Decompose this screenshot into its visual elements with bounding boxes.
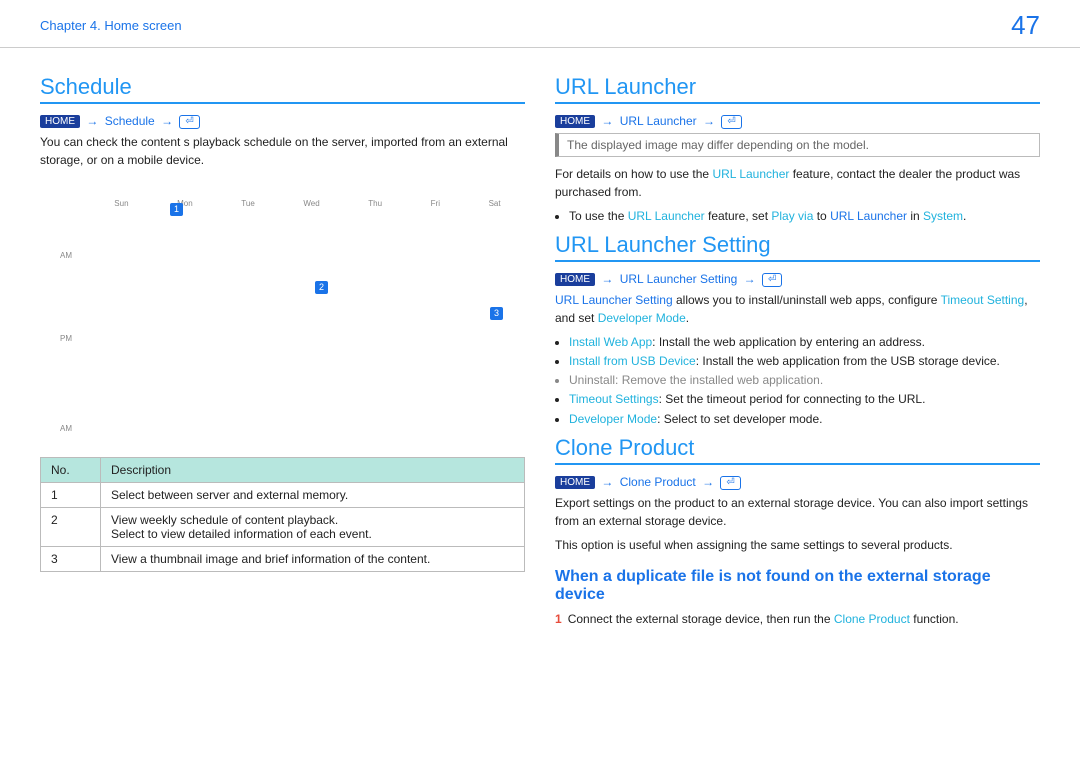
url-setting-list: Install Web App: Install the web applica… <box>569 333 1040 429</box>
link-url-launcher: URL Launcher <box>712 167 789 181</box>
day-label: Sun <box>114 199 128 208</box>
url-launcher-heading: URL Launcher <box>555 74 1040 104</box>
arrow-icon: → <box>158 114 176 128</box>
url-setting-path: HOME → URL Launcher Setting → ⏎ <box>555 272 1040 287</box>
y-label: AM <box>60 251 72 260</box>
arrow-icon: → <box>598 475 616 489</box>
callout-1: 1 <box>170 203 183 216</box>
list-item: Install from USB Device: Install the web… <box>569 352 1040 371</box>
page-header: Chapter 4. Home screen 47 <box>0 0 1080 48</box>
th-no: No. <box>41 457 101 482</box>
arrow-icon: → <box>598 272 616 286</box>
home-button[interactable]: HOME <box>555 115 595 128</box>
schedule-graphic: 1 Sun Mon Tue Wed Thu Fri Sat AM 2 3 PM … <box>40 199 525 449</box>
path-item: Clone Product <box>620 475 696 489</box>
y-label: PM <box>60 334 72 343</box>
enter-icon[interactable]: ⏎ <box>762 273 782 287</box>
url-launcher-bullet: To use the URL Launcher feature, set Pla… <box>569 207 1040 226</box>
list-item: To use the URL Launcher feature, set Pla… <box>569 207 1040 226</box>
arrow-icon: → <box>700 114 718 128</box>
cell-desc: View weekly schedule of content playback… <box>101 507 525 546</box>
clone-p1: Export settings on the product to an ext… <box>555 494 1040 530</box>
day-label: Wed <box>303 199 319 208</box>
note-box: The displayed image may differ depending… <box>555 133 1040 157</box>
schedule-nav-path: HOME → Schedule → ⏎ <box>40 114 525 129</box>
clone-p2: This option is useful when assigning the… <box>555 536 1040 554</box>
step-number: 1 <box>555 612 562 626</box>
list-item: Developer Mode: Select to set developer … <box>569 410 1040 429</box>
path-item: URL Launcher <box>620 114 697 128</box>
cell-desc: Select between server and external memor… <box>101 482 525 507</box>
enter-icon[interactable]: ⏎ <box>721 115 741 129</box>
day-label: Tue <box>241 199 255 208</box>
path-item: URL Launcher Setting <box>620 272 738 286</box>
cell-no: 1 <box>41 482 101 507</box>
table-header-row: No. Description <box>41 457 525 482</box>
day-label: Sat <box>489 199 501 208</box>
table-row: 2 View weekly schedule of content playba… <box>41 507 525 546</box>
th-desc: Description <box>101 457 525 482</box>
callout-2: 2 <box>315 281 328 294</box>
note-text: The displayed image may differ depending… <box>567 138 869 152</box>
list-item: Timeout Settings: Set the timeout period… <box>569 390 1040 409</box>
cell-no: 3 <box>41 546 101 571</box>
clone-path: HOME → Clone Product → ⏎ <box>555 475 1040 490</box>
table-row: 1 Select between server and external mem… <box>41 482 525 507</box>
y-label: AM <box>60 424 72 433</box>
cell-desc: View a thumbnail image and brief informa… <box>101 546 525 571</box>
day-row: Sun Mon Tue Wed Thu Fri Sat <box>40 199 525 208</box>
home-button[interactable]: HOME <box>555 273 595 286</box>
clone-heading: Clone Product <box>555 435 1040 465</box>
url-launcher-p1: For details on how to use the URL Launch… <box>555 165 1040 201</box>
enter-icon[interactable]: ⏎ <box>720 476 740 490</box>
table-row: 3 View a thumbnail image and brief infor… <box>41 546 525 571</box>
list-item: Uninstall: Remove the installed web appl… <box>569 371 1040 390</box>
schedule-heading: Schedule <box>40 74 525 104</box>
url-setting-p1: URL Launcher Setting allows you to insta… <box>555 291 1040 327</box>
arrow-icon: → <box>699 475 717 489</box>
home-button[interactable]: HOME <box>40 115 80 128</box>
cell-no: 2 <box>41 507 101 546</box>
right-column: URL Launcher HOME → URL Launcher → ⏎ The… <box>555 68 1040 628</box>
schedule-table: No. Description 1 Select between server … <box>40 457 525 572</box>
schedule-intro: You can check the content s playback sch… <box>40 133 525 169</box>
page-number: 47 <box>1011 10 1040 41</box>
arrow-icon: → <box>741 272 759 286</box>
callout-3: 3 <box>490 307 503 320</box>
path-schedule: Schedule <box>105 114 155 128</box>
clone-subhead: When a duplicate file is not found on th… <box>555 568 1040 604</box>
arrow-icon: → <box>83 114 101 128</box>
enter-icon[interactable]: ⏎ <box>179 115 199 129</box>
chapter-label: Chapter 4. Home screen <box>40 18 182 33</box>
left-column: Schedule HOME → Schedule → ⏎ You can che… <box>40 68 525 628</box>
day-label: Thu <box>368 199 382 208</box>
arrow-icon: → <box>598 114 616 128</box>
url-setting-heading: URL Launcher Setting <box>555 232 1040 262</box>
list-item: Install Web App: Install the web applica… <box>569 333 1040 352</box>
home-button[interactable]: HOME <box>555 476 595 489</box>
day-label: Fri <box>431 199 440 208</box>
clone-step-1: 1Connect the external storage device, th… <box>555 610 1040 628</box>
url-launcher-path: HOME → URL Launcher → ⏎ <box>555 114 1040 129</box>
